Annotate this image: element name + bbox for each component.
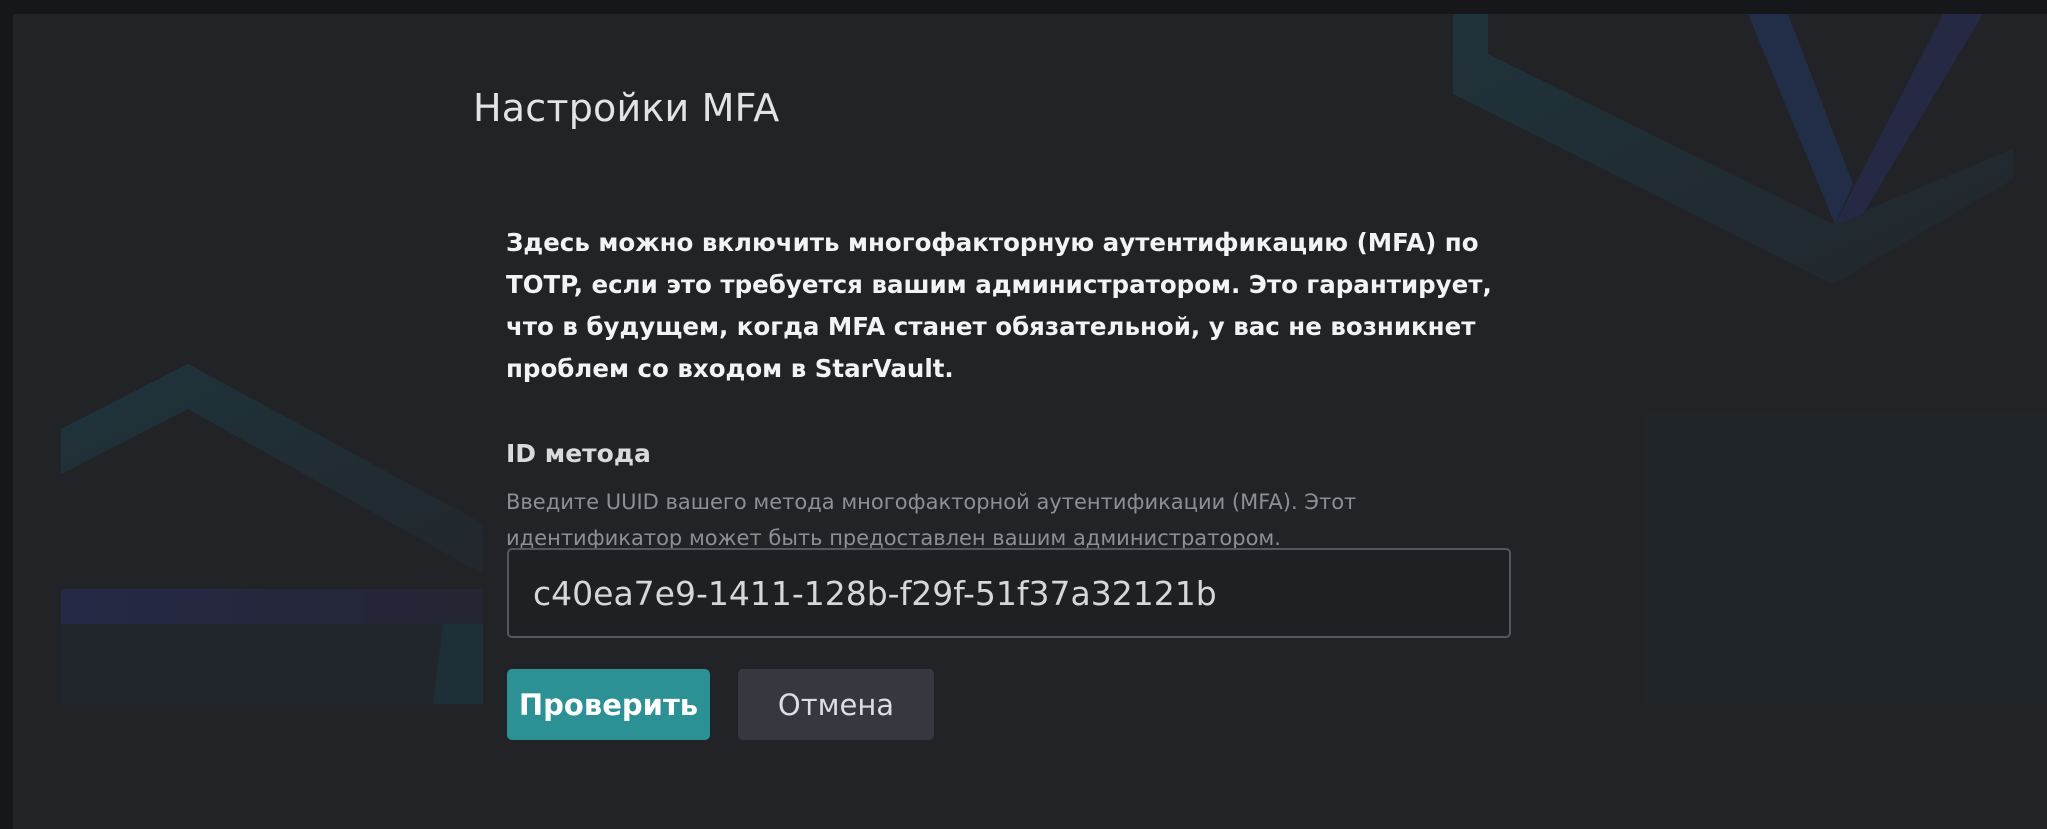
method-id-input[interactable] bbox=[507, 548, 1511, 638]
method-id-label: ID метода bbox=[506, 439, 651, 468]
method-id-help: Введите UUID вашего метода многофакторно… bbox=[506, 490, 1357, 550]
top-bar bbox=[0, 0, 2047, 14]
intro-text: Здесь можно включить многофакторную ауте… bbox=[506, 228, 1492, 383]
verify-button[interactable]: Проверить bbox=[507, 669, 710, 740]
mfa-settings-page bbox=[13, 14, 2047, 829]
cancel-button[interactable]: Отмена bbox=[738, 669, 934, 740]
page-title: Настройки MFA bbox=[473, 86, 780, 130]
